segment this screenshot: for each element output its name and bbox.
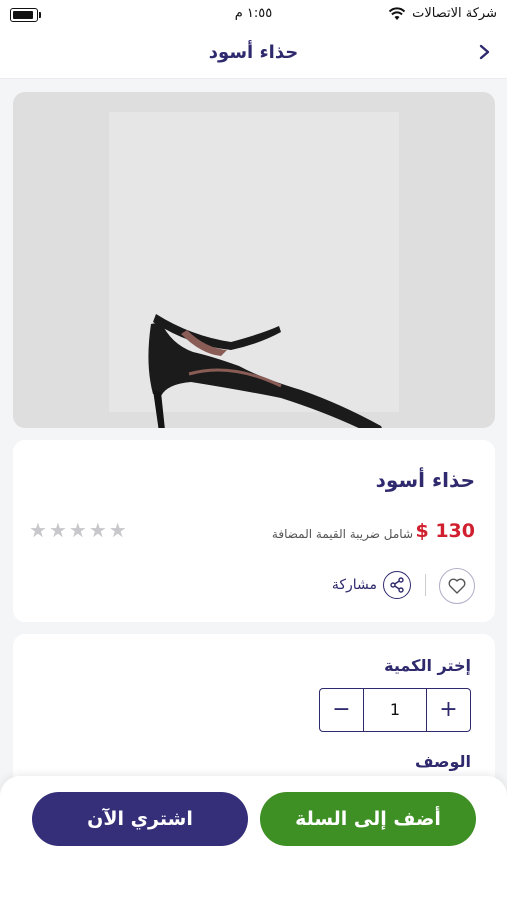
star-icon[interactable]: ★	[109, 520, 127, 540]
quantity-title: إختر الكمية	[384, 656, 471, 675]
quantity-stepper: − 1 +	[319, 688, 471, 732]
product-price: $ 130	[415, 520, 476, 542]
status-bar: ١:٥٥ م شركة الاتصالات	[0, 0, 507, 28]
product-name: حذاء أسود	[375, 468, 475, 492]
description-title: الوصف	[414, 752, 471, 771]
divider	[425, 574, 426, 596]
chevron-right-icon[interactable]	[473, 41, 495, 63]
vat-note: شامل ضريبة القيمة المضافة	[271, 527, 413, 541]
app-header: حذاء أسود	[0, 28, 507, 79]
rating-stars[interactable]: ★ ★ ★ ★ ★	[29, 520, 127, 540]
share-icon	[383, 571, 411, 599]
heart-icon	[448, 578, 466, 594]
product-info-card: حذاء أسود $ 130 شامل ضريبة القيمة المضاف…	[13, 440, 495, 622]
star-icon[interactable]: ★	[29, 520, 47, 540]
plus-icon[interactable]: +	[426, 689, 470, 731]
carrier-name: شركة الاتصالات	[412, 6, 497, 21]
favorite-button[interactable]	[439, 568, 475, 604]
share-button[interactable]: مشاركة	[332, 570, 411, 600]
star-icon[interactable]: ★	[69, 520, 87, 540]
product-image	[13, 92, 495, 428]
share-label: مشاركة	[331, 577, 377, 593]
black-heel-shoe-image	[148, 314, 382, 428]
buy-now-button[interactable]: اشتري الآن	[32, 792, 248, 846]
quantity-value[interactable]: 1	[364, 689, 426, 731]
wifi-icon	[389, 7, 405, 20]
star-icon[interactable]: ★	[89, 520, 107, 540]
star-icon[interactable]: ★	[49, 520, 67, 540]
minus-icon[interactable]: −	[320, 689, 364, 731]
bottom-action-bar: أضف إلى السلة اشتري الآن	[0, 776, 507, 900]
page-title: حذاء أسود	[208, 42, 299, 63]
add-to-cart-button[interactable]: أضف إلى السلة	[260, 792, 476, 846]
